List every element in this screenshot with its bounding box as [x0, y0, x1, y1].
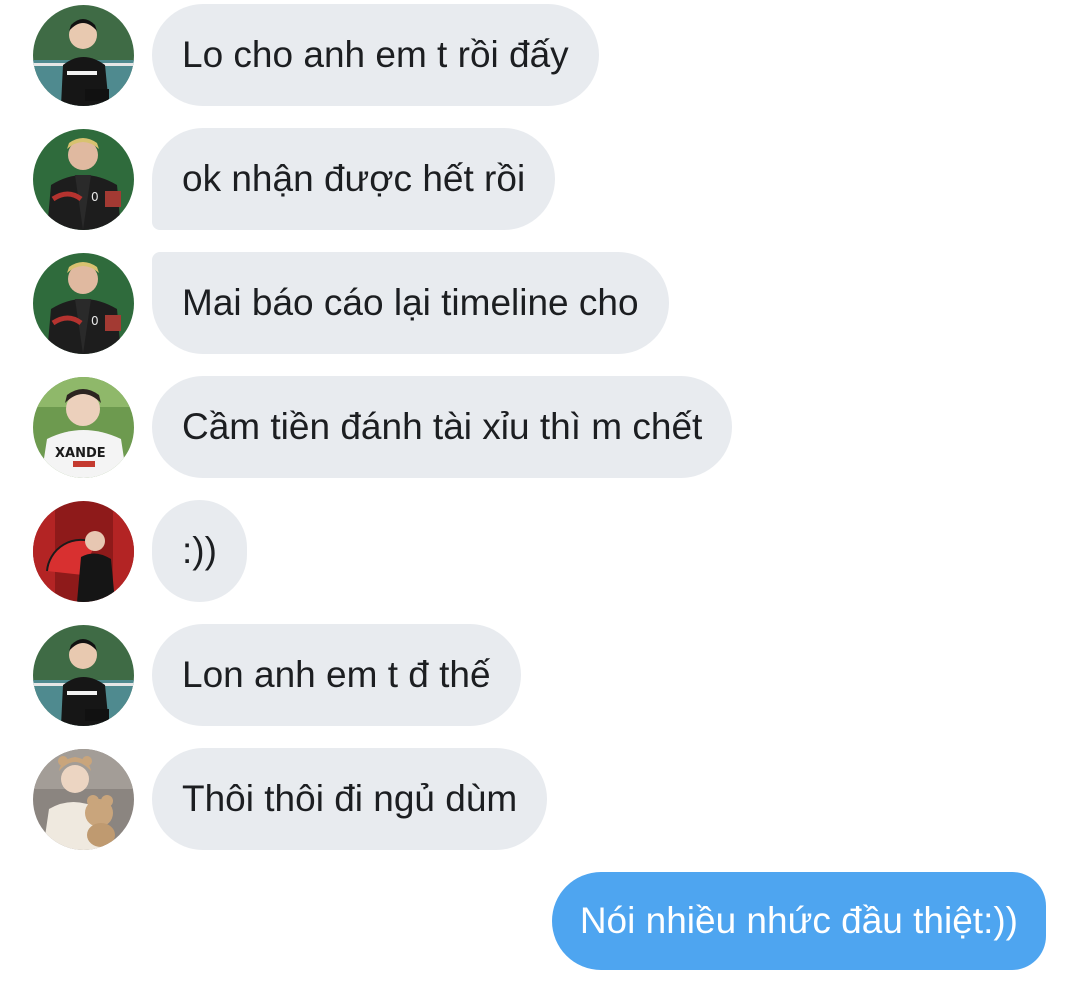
message-bubble[interactable]: ok nhận được hết rồi [152, 128, 556, 230]
message-bubble[interactable]: Mai báo cáo lại timeline cho [152, 252, 669, 354]
avatar-baseball-jersey[interactable]: XANDE [33, 377, 134, 478]
message-row: 0 ok nhận được hết rồi [0, 128, 1080, 230]
svg-text:XANDE: XANDE [55, 446, 106, 461]
avatar-boy-court[interactable] [33, 5, 134, 106]
message-bubble[interactable]: Lo cho anh em t rồi đấy [152, 4, 599, 106]
avatar-teddy-bear[interactable] [33, 749, 134, 850]
avatar-varsity-jacket[interactable]: 0 [33, 129, 134, 230]
avatar-boy-court[interactable] [33, 625, 134, 726]
avatar-varsity-jacket[interactable]: 0 [33, 253, 134, 354]
message-row: XANDE Cầm tiền đánh tài xỉu thì m chết [0, 376, 1080, 478]
message-row: Lo cho anh em t rồi đấy [0, 4, 1080, 106]
message-row: Lon anh em t đ thế [0, 624, 1080, 726]
chat-thread: Lo cho anh em t rồi đấy 0 ok nhận được h… [0, 0, 1080, 983]
message-bubble[interactable]: :)) [152, 500, 247, 602]
outgoing-message-bubble[interactable]: Nói nhiều nhức đầu thiệt:)) [551, 872, 1046, 970]
svg-text:0: 0 [91, 190, 99, 204]
message-row: 0 Mai báo cáo lại timeline cho [0, 252, 1080, 354]
avatar-red-fan[interactable] [33, 501, 134, 602]
message-bubble[interactable]: Lon anh em t đ thế [152, 624, 521, 726]
message-bubble[interactable]: Cầm tiền đánh tài xỉu thì m chết [152, 376, 733, 478]
message-row: :)) [0, 500, 1080, 602]
svg-text:0: 0 [91, 314, 99, 328]
message-bubble[interactable]: Thôi thôi đi ngủ dùm [152, 748, 548, 850]
message-row: Thôi thôi đi ngủ dùm [0, 748, 1080, 850]
